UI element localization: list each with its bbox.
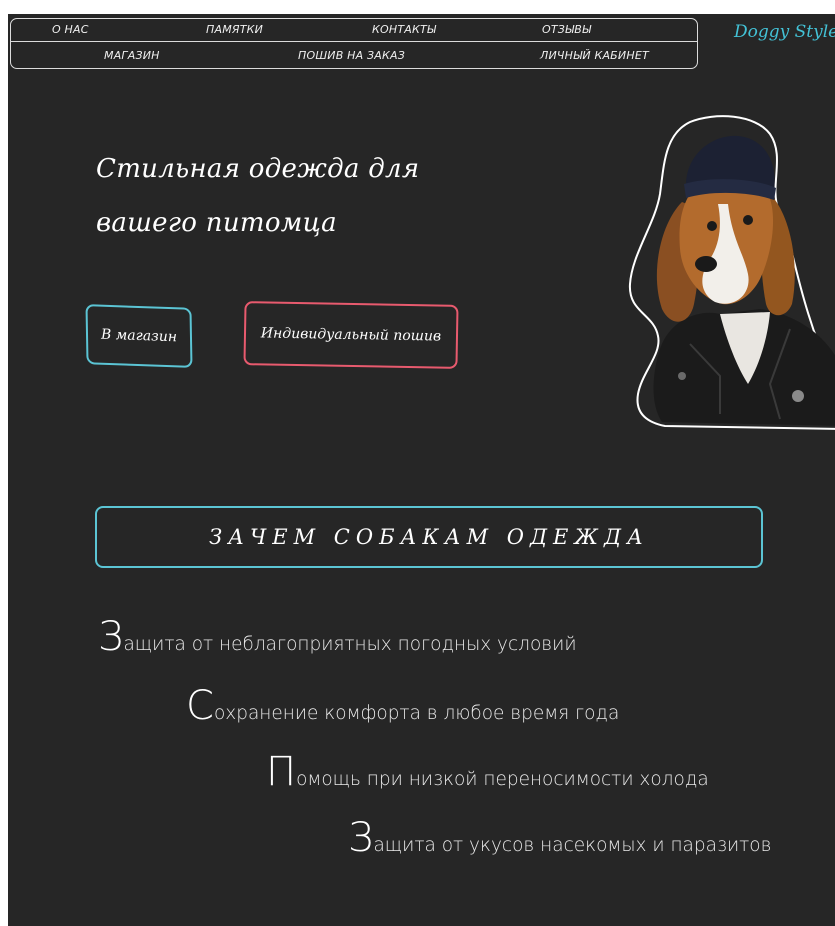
reason-text: охранение комфорта в любое время года (213, 703, 620, 724)
reason-text: ащита от неблагоприятных погодных услови… (123, 634, 577, 655)
hero-title: Стильная одежда для вашего питомца (96, 142, 516, 250)
shop-button[interactable]: В магазин (85, 304, 193, 368)
custom-tailoring-button-label: Индивидуальный пошив (260, 325, 442, 345)
nav-tips[interactable]: ПАМЯТКИ (206, 23, 263, 36)
hero-title-line1: Стильная одежда для (96, 154, 420, 184)
reason-item: Помощь при низкой переносимости холода (266, 752, 709, 792)
reason-item: Сохранение комфорта в любое время года (186, 686, 619, 726)
reason-initial: З (98, 614, 124, 660)
reason-initial: П (266, 749, 297, 795)
why-title: ЗАЧЕМ СОБАКАМ ОДЕЖДА (209, 525, 649, 549)
nav-custom-tailoring[interactable]: ПОШИВ НА ЗАКАЗ (298, 49, 405, 62)
reason-item: Защита от укусов насекомых и паразитов (348, 818, 771, 858)
reason-item: Защита от неблагоприятных погодных услов… (98, 617, 577, 657)
reason-initial: З (348, 815, 374, 861)
reason-text: омощь при низкой переносимости холода (296, 769, 709, 790)
nav-reviews[interactable]: ОТЗЫВЫ (542, 23, 591, 36)
reason-text: ащита от укусов насекомых и паразитов (373, 835, 772, 856)
custom-tailoring-button[interactable]: Индивидуальный пошив (243, 301, 459, 369)
nav-row-top (10, 18, 698, 42)
reason-initial: С (186, 683, 214, 729)
shop-button-label: В магазин (100, 326, 178, 346)
hero-title-line2: вашего питомца (96, 208, 337, 238)
logo[interactable]: Doggy Style (734, 22, 835, 42)
dog-image (620, 114, 835, 434)
landing-page: О НАС ПАМЯТКИ КОНТАКТЫ ОТЗЫВЫ МАГАЗИН ПО… (8, 14, 835, 926)
nav-contacts[interactable]: КОНТАКТЫ (372, 23, 436, 36)
nav-account[interactable]: ЛИЧНЫЙ КАБИНЕТ (540, 49, 649, 62)
why-dogs-need-clothes-button[interactable]: ЗАЧЕМ СОБАКАМ ОДЕЖДА (95, 506, 763, 568)
nav-about[interactable]: О НАС (52, 23, 89, 36)
nav-shop[interactable]: МАГАЗИН (104, 49, 160, 62)
